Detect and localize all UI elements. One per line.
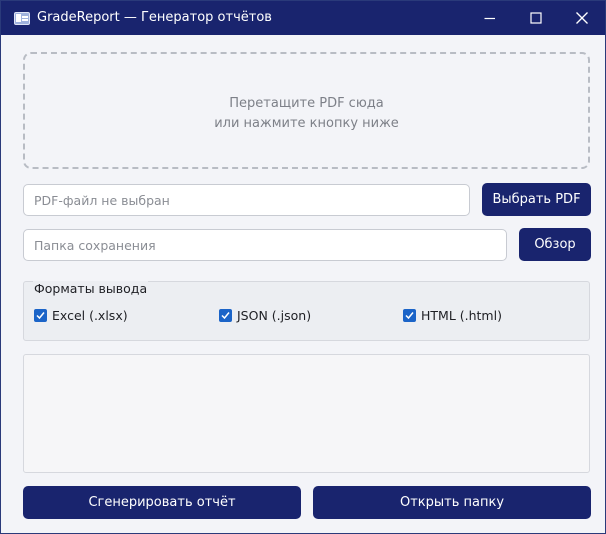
generate-report-button[interactable]: Сгенерировать отчёт xyxy=(23,486,301,519)
app-window: GradeReport — Генератор отчётов Перетащи… xyxy=(0,0,606,534)
pdf-drop-zone[interactable]: Перетащите PDF сюда или нажмите кнопку н… xyxy=(23,52,590,169)
maximize-icon xyxy=(530,12,542,24)
checkbox-checked-icon[interactable] xyxy=(34,309,47,322)
open-folder-button[interactable]: Открыть папку xyxy=(313,486,591,519)
output-formats-group: Форматы вывода Excel (.xlsx) JSON (.json… xyxy=(23,281,590,341)
drop-zone-subhint: или нажмите кнопку ниже xyxy=(214,116,399,131)
checkbox-checked-icon[interactable] xyxy=(219,309,232,322)
output-formats-title: Форматы вывода xyxy=(33,281,149,296)
excel-checkbox-label[interactable]: Excel (.xlsx) xyxy=(52,308,128,323)
pdf-path-field[interactable] xyxy=(23,184,470,216)
close-icon xyxy=(576,12,588,24)
close-button[interactable] xyxy=(559,1,605,35)
html-checkbox-label[interactable]: HTML (.html) xyxy=(421,308,502,323)
app-window-icon xyxy=(14,12,30,25)
log-output-area[interactable] xyxy=(23,354,590,473)
choose-pdf-button[interactable]: Выбрать PDF xyxy=(482,183,591,216)
checkbox-checked-icon[interactable] xyxy=(403,309,416,322)
output-folder-field[interactable] xyxy=(23,229,507,261)
browse-folder-button[interactable]: Обзор xyxy=(519,228,591,261)
drop-zone-hint: Перетащите PDF сюда xyxy=(229,96,384,111)
title-bar[interactable]: GradeReport — Генератор отчётов xyxy=(1,1,605,35)
maximize-button[interactable] xyxy=(513,1,559,35)
minimize-icon xyxy=(484,17,495,20)
window-title: GradeReport — Генератор отчётов xyxy=(37,10,272,25)
minimize-button[interactable] xyxy=(467,1,513,35)
json-checkbox-label[interactable]: JSON (.json) xyxy=(237,308,311,323)
